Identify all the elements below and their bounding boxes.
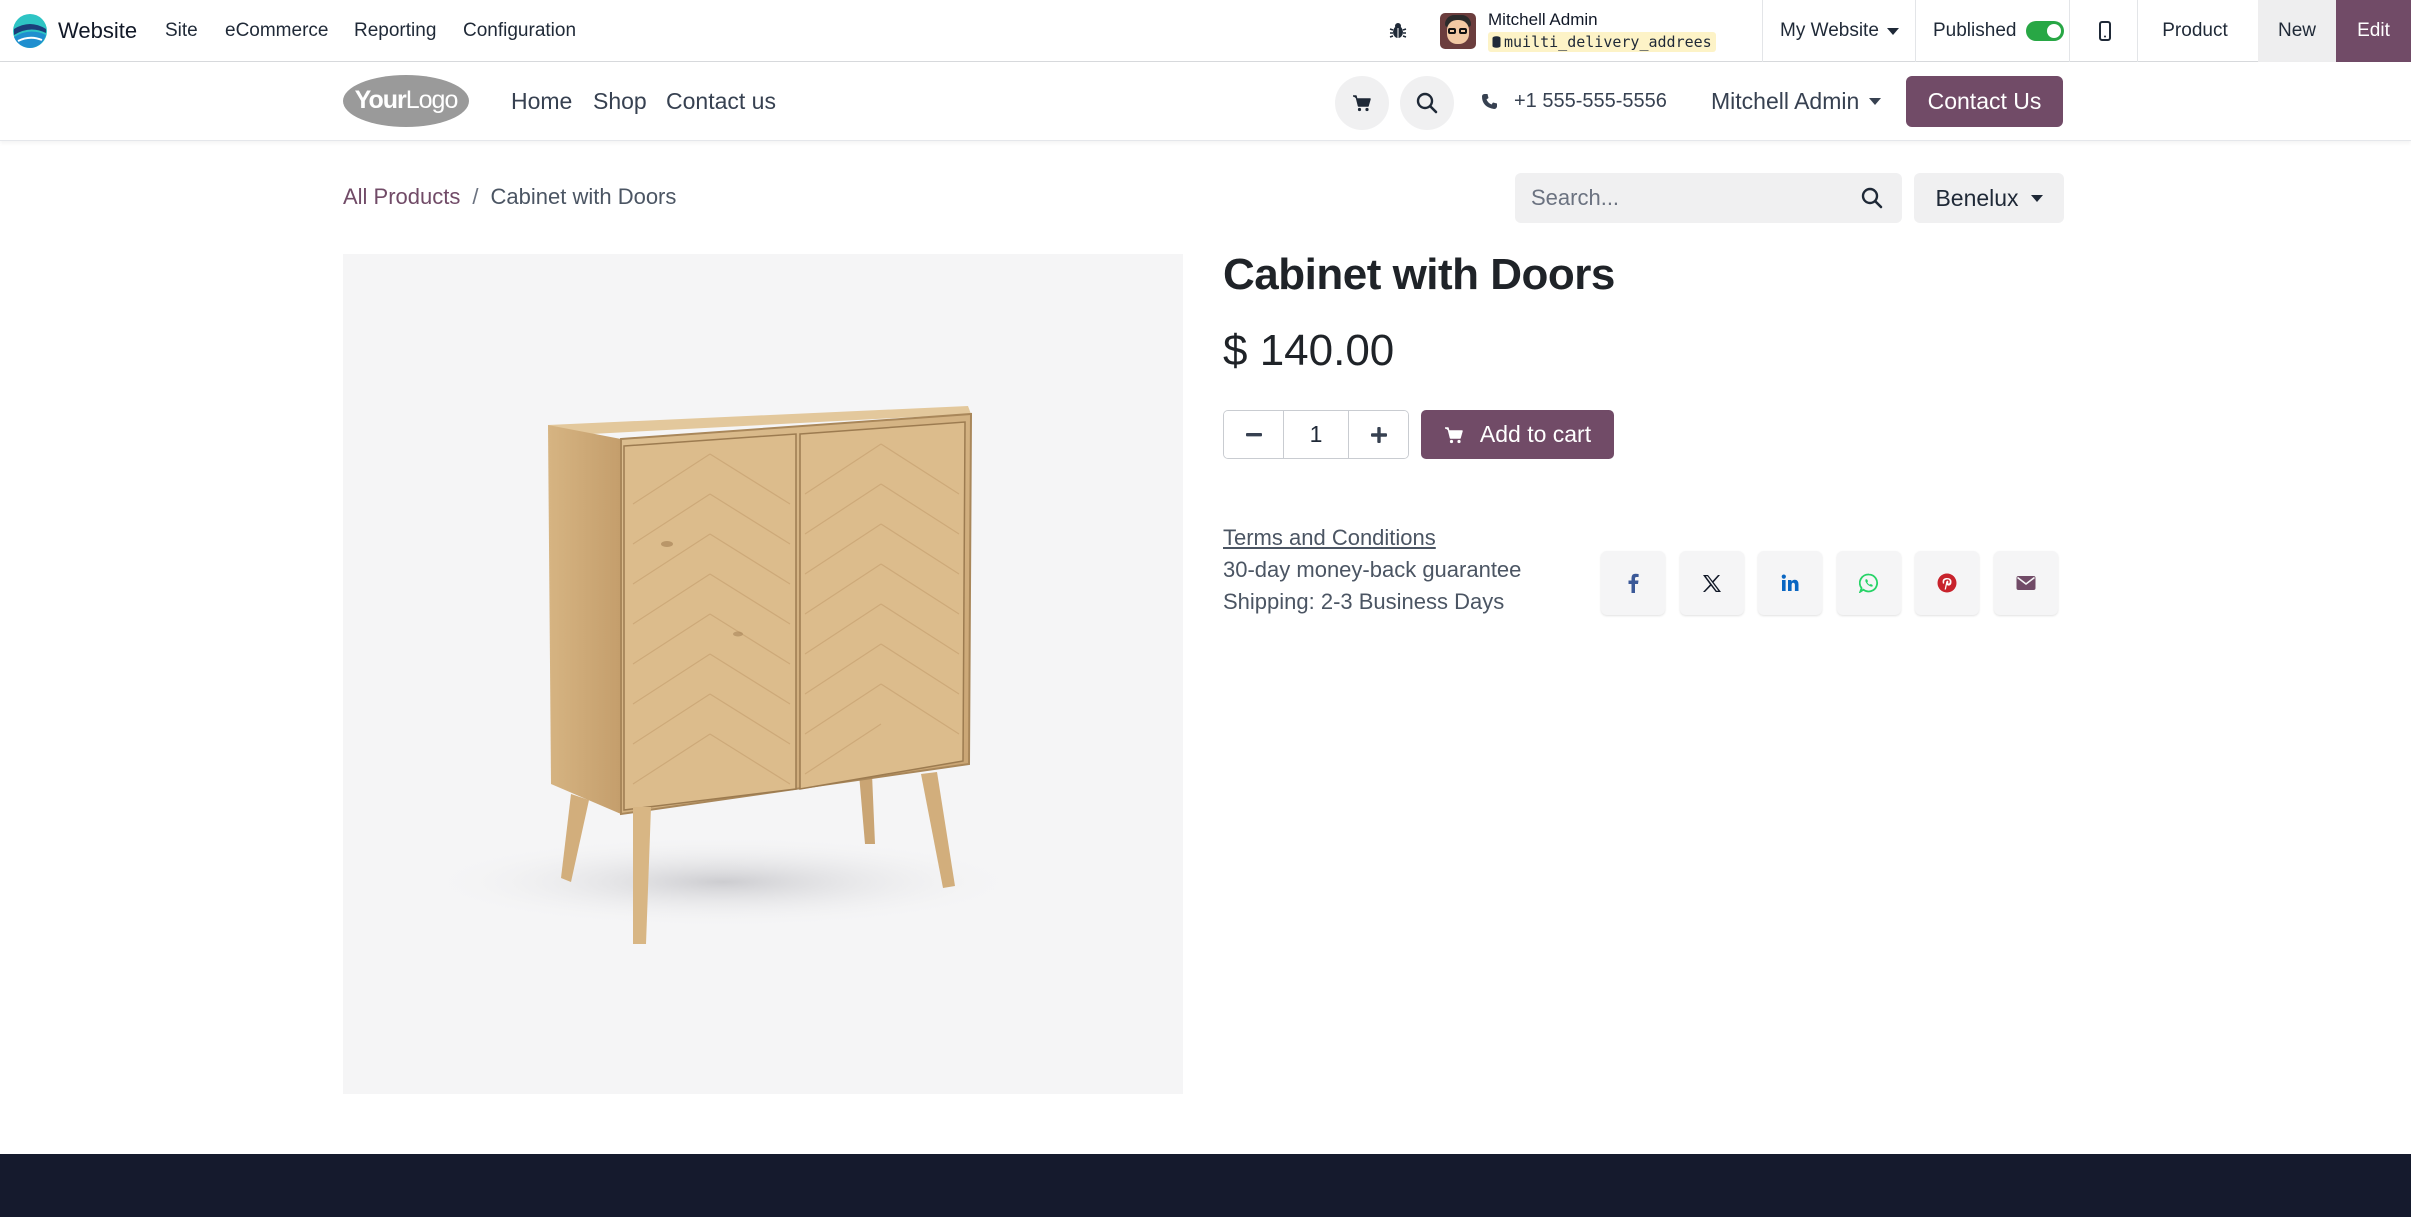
x-twitter-icon <box>1703 574 1721 592</box>
edit-button[interactable]: Edit <box>2336 0 2411 62</box>
product-name: Cabinet with Doors <box>1223 250 1615 299</box>
whatsapp-icon <box>1859 573 1878 593</box>
cart-icon <box>1444 426 1463 443</box>
product-price: $ 140.00 <box>1223 326 1395 375</box>
breadcrumb-current: Cabinet with Doors <box>490 184 677 209</box>
cart-icon <box>1353 95 1371 112</box>
share-x-button[interactable] <box>1680 551 1744 615</box>
caret-down-icon <box>1886 27 1899 35</box>
add-to-cart-button[interactable]: Add to cart <box>1421 410 1614 459</box>
product-search <box>1515 173 1902 223</box>
search-icon[interactable] <box>1860 186 1884 210</box>
phone-icon <box>1482 94 1497 109</box>
phone-link[interactable]: +1 555-555-5556 <box>1481 62 1667 141</box>
publish-toggle[interactable]: Published <box>1933 0 2065 62</box>
share-pinterest-button[interactable] <box>1915 551 1979 615</box>
shipping-text: Shipping: 2-3 Business Days <box>1223 589 1505 614</box>
quantity-input[interactable] <box>1283 411 1349 458</box>
pinterest-icon <box>1937 573 1957 593</box>
current-user[interactable]: Mitchell Admin muilti_delivery_addrees <box>1440 0 1716 62</box>
caret-down-icon <box>1869 98 1882 105</box>
menu-reporting[interactable]: Reporting <box>354 0 436 62</box>
odoo-website-app-icon[interactable] <box>12 0 48 62</box>
share-facebook-button[interactable] <box>1601 551 1665 615</box>
divider <box>2069 0 2070 62</box>
minus-icon <box>1245 432 1262 436</box>
guarantee-text: 30-day money-back guarantee <box>1223 557 1522 582</box>
breadcrumb: All Products / Cabinet with Doors <box>343 178 676 216</box>
debug-bug-icon[interactable] <box>1387 0 1409 62</box>
nav-home[interactable]: Home <box>511 62 572 141</box>
divider <box>1915 0 1916 62</box>
website-header: YourLogo Home Shop Contact us +1 555-555… <box>0 62 2411 141</box>
share-whatsapp-button[interactable] <box>1837 551 1901 615</box>
user-dropdown-label: Mitchell Admin <box>1711 88 1860 114</box>
pricelist-label: Benelux <box>1935 184 2019 211</box>
caret-down-icon <box>2030 194 2043 202</box>
facebook-icon <box>1628 573 1639 593</box>
search-icon <box>1416 92 1438 114</box>
phone-number: +1 555-555-5556 <box>1514 90 1667 112</box>
linkedin-icon <box>1781 574 1799 591</box>
website-switcher-label: My Website <box>1780 20 1879 41</box>
header-search-button[interactable] <box>1400 76 1454 130</box>
published-label: Published <box>1933 20 2017 41</box>
breadcrumb-separator: / <box>472 184 479 209</box>
plus-icon <box>1370 426 1387 443</box>
product-image[interactable] <box>343 254 1183 1094</box>
menu-configuration[interactable]: Configuration <box>463 0 576 62</box>
terms-and-conditions-link[interactable]: Terms and Conditions <box>1223 525 1436 551</box>
add-to-cart-label: Add to cart <box>1479 421 1592 447</box>
website-switcher[interactable]: My Website <box>1780 0 1899 62</box>
page-footer <box>0 1154 2411 1217</box>
pricelist-dropdown[interactable]: Benelux <box>1914 173 2064 223</box>
quantity-stepper <box>1223 410 1409 459</box>
user-dropdown[interactable]: Mitchell Admin <box>1711 62 1882 141</box>
cart-button[interactable] <box>1335 76 1389 130</box>
cabinet-illustration <box>423 406 1023 944</box>
new-button[interactable]: New <box>2258 0 2336 62</box>
app-name[interactable]: Website <box>58 0 137 62</box>
product-button[interactable]: Product <box>2140 0 2250 62</box>
quantity-increase-button[interactable] <box>1349 411 1408 458</box>
share-email-button[interactable] <box>1994 551 2058 615</box>
contact-us-button[interactable]: Contact Us <box>1906 76 2063 127</box>
nav-shop[interactable]: Shop <box>593 62 647 141</box>
share-linkedin-button[interactable] <box>1758 551 1822 615</box>
breadcrumb-all-products[interactable]: All Products <box>343 184 460 210</box>
database-icon <box>1492 36 1501 48</box>
divider <box>1762 0 1763 62</box>
mobile-preview-icon[interactable] <box>2090 0 2120 62</box>
menu-ecommerce[interactable]: eCommerce <box>225 0 328 62</box>
admin-navbar: Website Site eCommerce Reporting Configu… <box>0 0 2411 62</box>
quantity-decrease-button[interactable] <box>1224 411 1283 458</box>
nav-contact-us[interactable]: Contact us <box>666 62 776 141</box>
published-switch[interactable] <box>2026 21 2065 41</box>
user-name: Mitchell Admin <box>1488 10 1598 29</box>
search-input[interactable] <box>1515 173 1835 223</box>
site-logo[interactable]: YourLogo <box>342 74 470 128</box>
database-badge: muilti_delivery_addrees <box>1488 32 1716 52</box>
divider <box>2137 0 2138 62</box>
email-icon <box>2016 576 2036 590</box>
menu-site[interactable]: Site <box>165 0 198 62</box>
database-name: muilti_delivery_addrees <box>1504 33 1712 51</box>
svg-text:YourLogo: YourLogo <box>355 86 458 114</box>
user-avatar <box>1440 13 1476 49</box>
